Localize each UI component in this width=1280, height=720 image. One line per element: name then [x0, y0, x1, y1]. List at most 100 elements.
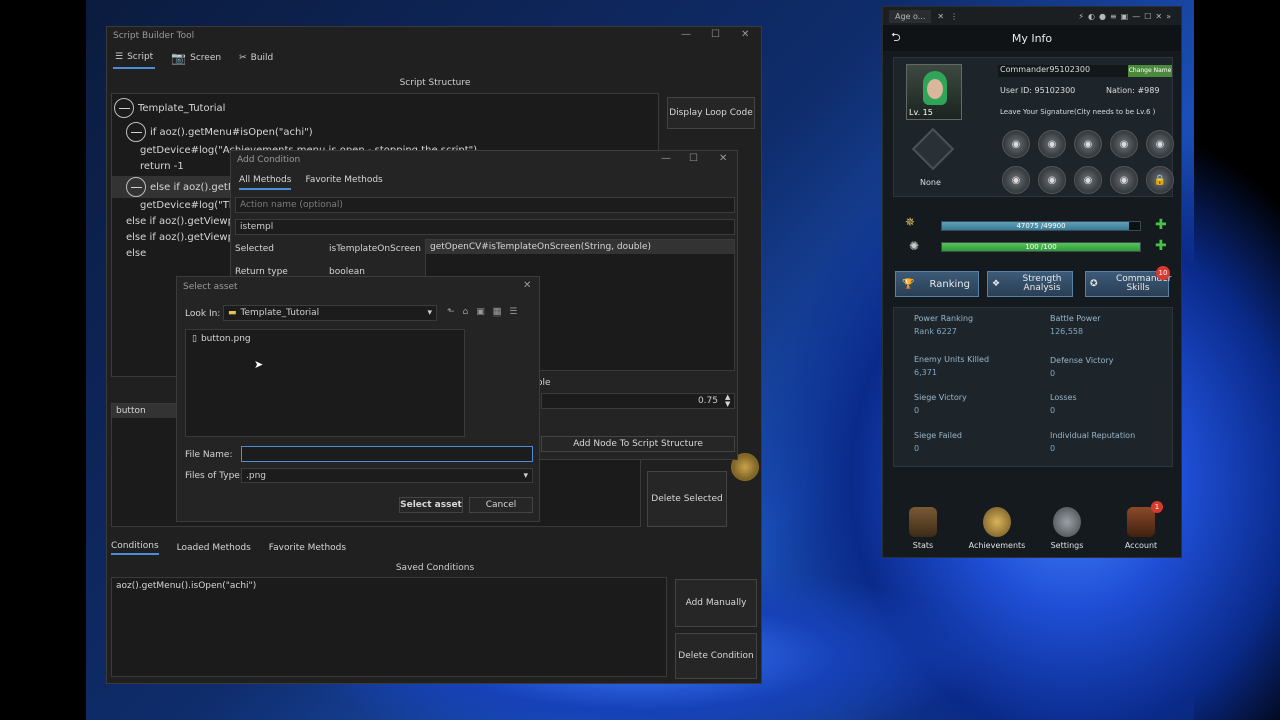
add-hp-icon[interactable]: ✚	[1155, 238, 1167, 254]
delete-condition-button[interactable]: Delete Condition	[675, 633, 757, 679]
tab-screen[interactable]: 📷 Screen	[169, 47, 223, 69]
list-view-icon[interactable]: ▦	[492, 307, 502, 317]
medal-icon[interactable]: ◉	[1110, 130, 1138, 158]
threshold-spinner[interactable]: 0.75	[541, 393, 735, 409]
display-loop-code-button[interactable]: Display Loop Code	[667, 97, 755, 129]
tab-favorite-methods[interactable]: Favorite Methods	[269, 543, 346, 553]
add-node-button[interactable]: Add Node To Script Structure	[541, 436, 735, 452]
signature[interactable]: Leave Your Signature(City needs to be Lv…	[1000, 108, 1155, 116]
method-search-input[interactable]: istempl	[235, 219, 735, 235]
maximize-icon[interactable]: ☐	[689, 153, 698, 164]
stat-label: Siege Failed	[914, 431, 962, 440]
exp-bar-text: 47075 /49900	[1016, 222, 1066, 230]
nav-stats[interactable]: Stats	[893, 507, 953, 550]
tree-node-if[interactable]: if aoz().getMenu#isOpen("achi")	[126, 122, 313, 142]
file-icon: ▯	[192, 334, 197, 344]
file-name-input[interactable]	[241, 446, 533, 462]
medal-icon[interactable]: ◉	[1038, 166, 1066, 194]
spinner-arrows-icon[interactable]: ▲ ▼	[725, 394, 730, 408]
window-controls-icon[interactable]: ⚡◐●≡▣—☐✕»	[1078, 12, 1175, 21]
look-in-select[interactable]: ▬ Template_Tutorial ▾	[223, 305, 437, 321]
collapse-icon[interactable]	[126, 177, 146, 197]
action-name-input[interactable]: Action name (optional)	[235, 197, 735, 213]
trophy-icon: 🏆	[902, 278, 915, 290]
stat-value: 6,371	[914, 368, 937, 377]
file-item[interactable]: ▯ button.png	[192, 334, 251, 344]
tree-node-elseif-selected[interactable]: else if aoz().getM	[112, 176, 242, 198]
lock-icon[interactable]: 🔒	[1146, 166, 1174, 194]
close-icon[interactable]: ✕	[719, 153, 727, 164]
home-icon[interactable]: ⌂	[463, 307, 469, 317]
select-asset-button[interactable]: Select asset	[399, 497, 463, 513]
tab-conditions[interactable]: Conditions	[111, 541, 159, 555]
select-asset-dialog: Select asset ✕ Look In: ▬ Template_Tutor…	[176, 276, 540, 522]
tab-all-methods[interactable]: All Methods	[239, 175, 292, 190]
medal-icon[interactable]: ◉	[1038, 130, 1066, 158]
back-icon[interactable]: ⮌	[891, 28, 901, 49]
stat-value: 0	[1050, 444, 1056, 453]
nation: Nation: #989	[1106, 86, 1160, 95]
new-folder-icon[interactable]: ▣	[476, 307, 485, 317]
dialog-title: Select asset	[183, 282, 238, 292]
nav-account[interactable]: 1 Account	[1111, 501, 1171, 550]
file-name-label: File Name:	[185, 450, 233, 460]
tab-favorite-methods[interactable]: Favorite Methods	[305, 175, 382, 190]
folder-icon: ▬	[228, 308, 237, 318]
tree-node-log2[interactable]: getDevice#log("The	[140, 200, 241, 211]
medal-icon[interactable]: ◉	[1074, 166, 1102, 194]
tab-script[interactable]: ☰ Script	[113, 47, 156, 69]
asset-item-button[interactable]: button	[112, 404, 176, 418]
tab-loaded-methods[interactable]: Loaded Methods	[177, 543, 251, 553]
tree-node-return[interactable]: return -1	[140, 161, 184, 172]
file-list[interactable]: ▯ button.png	[185, 329, 465, 437]
method-list-item[interactable]: getOpenCV#isTemplateOnScreen(String, dou…	[426, 240, 734, 254]
method-tabs: All Methods Favorite Methods	[239, 175, 383, 190]
close-icon[interactable]: ✕	[741, 29, 749, 40]
nav-achievements[interactable]: Achievements	[967, 507, 1027, 550]
left-letterbox	[0, 0, 86, 720]
close-icon[interactable]: ✕	[523, 280, 531, 291]
chevron-down-icon: ▾	[427, 308, 432, 318]
browser-tab[interactable]: Age o...	[889, 9, 932, 23]
cancel-button[interactable]: Cancel	[469, 497, 533, 513]
stat-value: 0	[1050, 406, 1056, 415]
medal-icon[interactable]: ◉	[1002, 166, 1030, 194]
tab-close-icon[interactable]: ✕	[937, 12, 944, 21]
delete-selected-button[interactable]: Delete Selected	[647, 471, 727, 527]
stat-label: Individual Reputation	[1050, 431, 1136, 440]
minimize-icon[interactable]: —	[661, 153, 671, 164]
saved-conditions-title: Saved Conditions	[395, 563, 475, 573]
medal-icon[interactable]: ◉	[1074, 130, 1102, 158]
health-icon: ✺	[909, 239, 920, 253]
minimize-icon[interactable]: —	[681, 29, 691, 40]
file-toolbar: ⬑ ⌂ ▣ ▦ ☰	[447, 307, 517, 317]
commander-skills-button[interactable]: ✪ Commander Skills 10	[1085, 266, 1172, 297]
add-manually-button[interactable]: Add Manually	[675, 579, 757, 627]
tree-node-elseif3[interactable]: else if aoz().getViewpo	[126, 232, 240, 243]
tab-build[interactable]: ✂ Build	[237, 47, 275, 69]
tree-node-else[interactable]: else	[126, 248, 146, 259]
add-exp-icon[interactable]: ✚	[1155, 217, 1167, 233]
menu-dots-icon[interactable]: ⋮	[950, 12, 958, 21]
change-name-button[interactable]: Change Name	[1128, 65, 1172, 77]
ranking-button[interactable]: 🏆 Ranking	[895, 271, 979, 297]
up-folder-icon[interactable]: ⬑	[447, 307, 455, 317]
avatar-face	[927, 79, 943, 99]
maximize-icon[interactable]: ☐	[711, 29, 720, 40]
saved-conditions-list[interactable]: aoz().getMenu().isOpen("achi")	[111, 577, 667, 677]
files-of-type-select[interactable]: .png ▾	[241, 468, 533, 483]
rank-emblem-icon	[911, 127, 955, 171]
detail-view-icon[interactable]: ☰	[509, 307, 517, 317]
medal-icon[interactable]: ◉	[1146, 130, 1174, 158]
nav-settings[interactable]: Settings	[1037, 507, 1097, 550]
medal-icon[interactable]: ◉	[1110, 166, 1138, 194]
stat-label: Siege Victory	[914, 393, 967, 402]
strength-analysis-button[interactable]: ❖ Strength Analysis	[987, 271, 1073, 297]
tree-node-root[interactable]: Template_Tutorial	[114, 98, 225, 118]
saved-condition-item[interactable]: aoz().getMenu().isOpen("achi")	[116, 581, 256, 591]
collapse-icon[interactable]	[114, 98, 134, 118]
collapse-icon[interactable]	[126, 122, 146, 142]
medal-icon[interactable]: ◉	[1002, 130, 1030, 158]
avatar[interactable]: Lv. 15	[906, 64, 962, 120]
tree-node-elseif2[interactable]: else if aoz().getViewpo	[126, 216, 240, 227]
